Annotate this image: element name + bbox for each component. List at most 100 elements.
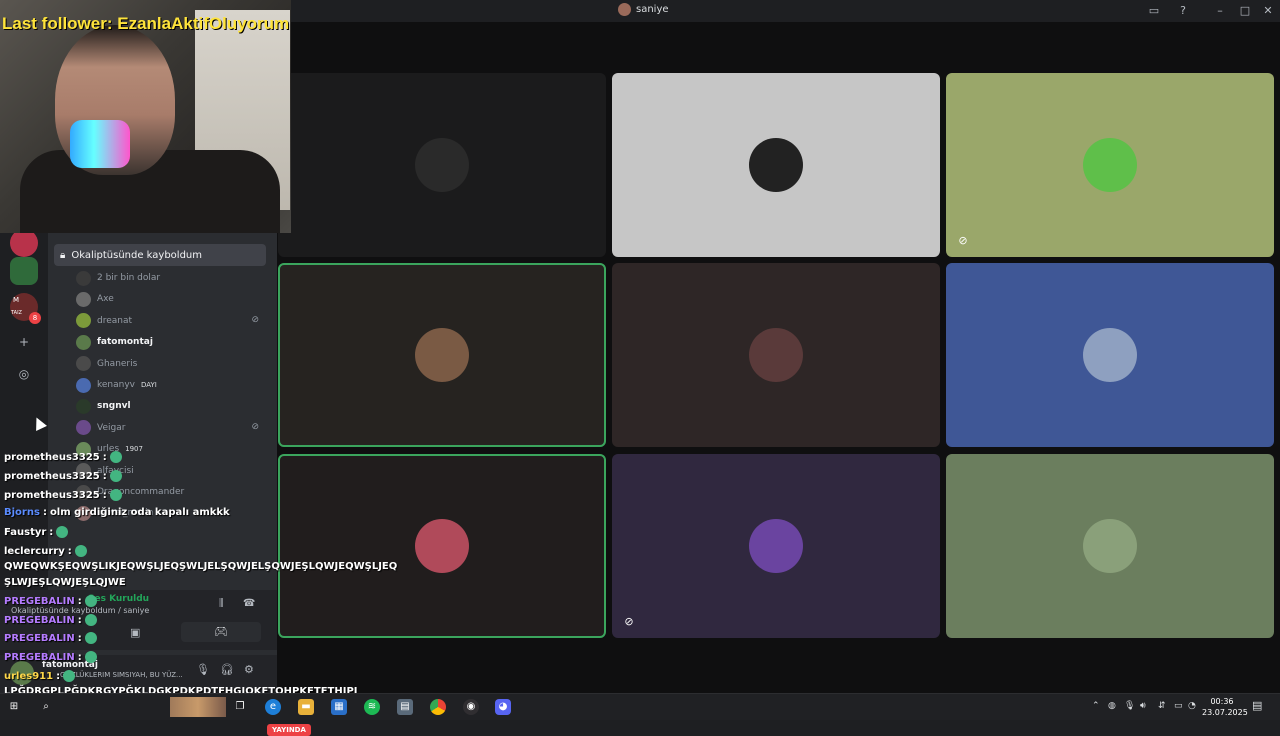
voice-user[interactable]: kenanyv DAYI	[76, 375, 157, 395]
chat-text: olm girdiğiniz oda kapalı amkkk	[49, 507, 230, 518]
help-icon[interactable]: ?	[1175, 3, 1191, 19]
server-label-m: M	[13, 296, 20, 304]
voice-user[interactable]: Ghaneris	[76, 354, 137, 374]
chat-separator: :	[56, 670, 61, 682]
explorer-icon[interactable]: ▬	[298, 699, 314, 715]
start-icon[interactable]: ⊞	[6, 699, 22, 715]
search-icon[interactable]: ⌕	[38, 699, 54, 715]
participant-avatar	[749, 328, 803, 382]
participant-avatar	[1083, 138, 1137, 192]
voice-user-name: sngnvl	[97, 401, 131, 412]
mic-muted-icon: ⊘	[251, 421, 259, 432]
participant-avatar	[1083, 519, 1137, 573]
tray-app-icon[interactable]: ◍	[1108, 701, 1116, 711]
emote-icon	[84, 614, 97, 626]
tray-mic-icon[interactable]: 🎙︎	[1124, 701, 1135, 711]
emote-icon	[109, 489, 122, 501]
inbox-icon[interactable]: ▭	[1146, 3, 1162, 19]
participant-avatar	[1083, 328, 1137, 382]
close-icon[interactable]: ✕	[1260, 3, 1276, 19]
voice-user[interactable]: dreanat	[76, 311, 132, 331]
weather-widget[interactable]	[170, 697, 226, 717]
taskbar-clock[interactable]: 00:36 23.07.2025	[1202, 696, 1248, 718]
live-badge: YAYINDA	[267, 724, 311, 736]
participant-tile[interactable]	[278, 73, 606, 257]
chat-message: PREGEBALIN:	[4, 614, 97, 626]
server-icon[interactable]	[10, 257, 38, 285]
obs-icon[interactable]: ◉	[463, 699, 479, 715]
server-icon[interactable]	[10, 229, 38, 257]
voice-user[interactable]: sngnvl	[76, 396, 131, 416]
clock-time: 00:36	[1210, 697, 1234, 706]
participant-avatar	[749, 519, 803, 573]
chat-message: Faustyr:	[4, 526, 69, 538]
tray-settings-icon[interactable]: ◔	[1188, 701, 1196, 711]
microphone-icon[interactable]: 🎙︎	[196, 663, 210, 676]
server-label-taiz: TAIZ	[11, 310, 22, 316]
voice-channel-okaliptus[interactable]: 🔒︎ Okaliptüsünde kayboldum	[54, 244, 266, 266]
chat-message: leclercurry:	[4, 545, 87, 557]
lock-icon: 🔒︎	[60, 249, 66, 261]
participant-tile[interactable]	[278, 263, 606, 447]
chat-separator: :	[77, 614, 82, 626]
store-icon[interactable]: ▦	[331, 699, 347, 715]
battery-icon[interactable]: ▭	[1174, 701, 1183, 711]
chat-username: PREGEBALIN	[4, 614, 75, 626]
channel-avatar	[618, 3, 631, 16]
chevron-up-icon[interactable]: ⌃	[1092, 701, 1100, 711]
voice-stage: ⊘ ⊘	[277, 22, 1280, 693]
participant-tile[interactable]	[946, 263, 1274, 447]
chat-separator: :	[77, 651, 82, 663]
voice-channel-name: Okaliptüsünde kayboldum	[71, 249, 203, 261]
voice-user[interactable]: 2 bir bin dolar	[76, 268, 160, 288]
notification-icon[interactable]: ▤	[1252, 699, 1262, 712]
add-server-icon[interactable]: +	[16, 334, 32, 350]
chat-username: prometheus3325	[4, 451, 100, 463]
minimize-icon[interactable]: –	[1212, 3, 1228, 19]
discover-icon[interactable]: ◎	[16, 366, 32, 382]
settings-gear-icon[interactable]: ⚙	[244, 663, 254, 676]
participant-tile[interactable]: ⊘	[946, 73, 1274, 257]
headphones-icon[interactable]: 🎧︎	[220, 663, 234, 676]
task-view-icon[interactable]: ❐	[232, 699, 248, 715]
participant-tile[interactable]	[612, 263, 940, 447]
calculator-icon[interactable]: ▤	[397, 699, 413, 715]
participant-tile[interactable]: ⊘	[612, 454, 940, 638]
noise-suppression-icon[interactable]: ⫼	[219, 598, 224, 609]
participant-tile[interactable]	[612, 73, 940, 257]
chrome-icon[interactable]	[430, 699, 446, 715]
voice-user[interactable]: Veigar	[76, 418, 125, 438]
clock-date: 23.07.2025	[1202, 708, 1248, 717]
mention-badge: 8	[29, 312, 41, 324]
chat-message: prometheus3325:	[4, 470, 122, 482]
chat-username: PREGEBALIN	[4, 651, 75, 663]
discord-icon[interactable]: ◕	[495, 699, 511, 715]
participant-tile[interactable]	[278, 454, 606, 638]
mic-muted-icon: ⊘	[624, 615, 634, 628]
chat-message: PREGEBALIN:	[4, 632, 97, 644]
screen-share-icon[interactable]: ▣	[130, 626, 140, 639]
chat-separator: :	[102, 489, 107, 501]
emote-icon	[109, 470, 122, 482]
participant-avatar	[415, 519, 469, 573]
voice-user-name: 2 bir bin dolar	[97, 273, 161, 283]
voice-user-name: Veigar	[97, 422, 126, 433]
last-follower-overlay: Last follower: EzanlaAktifOluyorum	[2, 14, 290, 33]
volume-icon[interactable]: 🔊︎	[1140, 701, 1146, 711]
emote-icon	[84, 595, 97, 607]
chat-message: QWEQWKŞEQWŞLIKJEQWŞLJEQŞWLJELŞQWJELŞQWJE…	[4, 561, 397, 572]
edge-icon[interactable]: e	[265, 699, 281, 715]
network-icon[interactable]: ⇵	[1158, 701, 1166, 711]
chat-separator: :	[49, 526, 54, 538]
chat-username: Faustyr	[4, 526, 47, 538]
voice-user[interactable]: fatomontaj	[76, 332, 153, 352]
disconnect-icon[interactable]: ☎	[243, 598, 255, 609]
voice-user[interactable]: Axe	[76, 289, 114, 309]
maximize-icon[interactable]: □	[1237, 3, 1253, 19]
activity-button[interactable]: 🎮︎	[181, 622, 261, 642]
voice-user-name: kenanyv	[97, 380, 136, 390]
participant-tile[interactable]	[946, 454, 1274, 638]
spotify-icon[interactable]: ≋	[364, 699, 380, 715]
chat-text: ŞLWJEŞLQWJEŞLQJWE	[4, 577, 126, 588]
avatar	[76, 291, 91, 307]
